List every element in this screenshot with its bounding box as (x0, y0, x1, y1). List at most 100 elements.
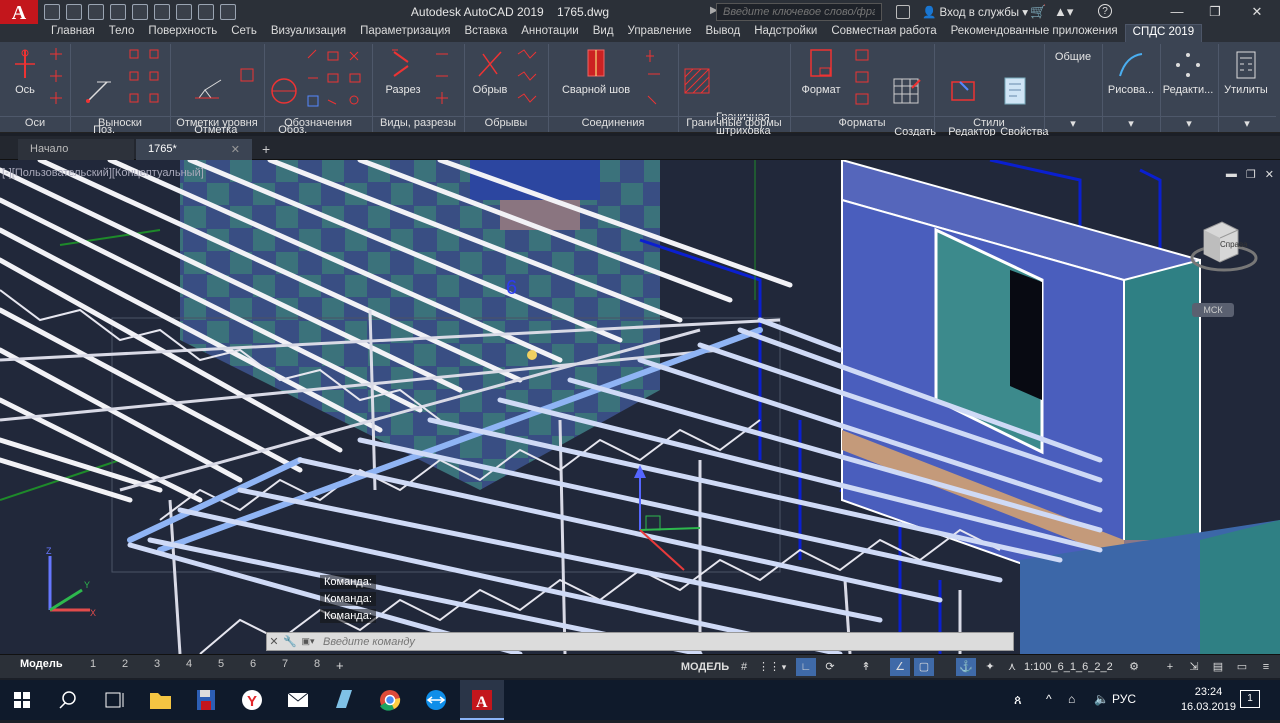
general-panel[interactable]: Общие (1048, 50, 1098, 64)
ribbon-tab[interactable]: Параметризация (353, 24, 457, 42)
ribbon-tab[interactable]: Сеть (224, 24, 264, 42)
panel-levels[interactable]: Отметки уровня (170, 116, 264, 132)
joint-small-tools-icon[interactable] (644, 48, 674, 108)
units-icon[interactable]: ⇲ (1184, 658, 1204, 676)
new-tab-icon[interactable]: + (262, 141, 270, 157)
ucs-menu[interactable]: МСК (1192, 303, 1234, 317)
ribbon-tab[interactable]: Надстройки (747, 24, 824, 42)
break-small-tools-icon[interactable] (514, 48, 544, 108)
panel-designations[interactable]: Обозначения (264, 116, 372, 132)
autoscale-icon[interactable]: ✦ (980, 658, 1000, 676)
panel-joints[interactable]: Соединения (548, 116, 678, 132)
ribbon-tab[interactable]: Рекомендованные приложения (944, 24, 1125, 42)
viewcube[interactable]: Справа (1188, 216, 1258, 276)
customization-icon[interactable]: ≡ (1256, 658, 1276, 676)
ribbon-tab[interactable]: Поверхность (141, 24, 224, 42)
tab-layout[interactable]: 2 (122, 658, 128, 670)
break-tool[interactable]: Обрыв (470, 48, 510, 97)
viewport-close-icon[interactable]: ✕ (1265, 168, 1274, 181)
drawing-viewport[interactable]: 6 [-][Пользовательский][Концептуальный] … (0, 160, 1280, 654)
viewport-restore-icon[interactable]: ❐ (1246, 168, 1256, 181)
weld-seam-tool[interactable]: Сварной шов (556, 48, 636, 97)
panel-general-expand[interactable]: ▾ (1044, 116, 1102, 132)
save-as-icon[interactable] (110, 4, 126, 20)
draw-panel[interactable]: Рисова... (1104, 50, 1158, 97)
system-clock[interactable]: 23:24 16.03.2019 (1181, 685, 1236, 715)
network-icon[interactable]: ⌂ (1068, 692, 1075, 706)
tab-layout[interactable]: 6 (250, 658, 256, 670)
tray-expand-icon[interactable]: ^ (1046, 692, 1052, 706)
new-file-icon[interactable] (44, 4, 60, 20)
tab-layout[interactable]: 5 (218, 658, 224, 670)
panel-boundary[interactable]: Граничные формы (678, 116, 790, 132)
a360-icon[interactable]: ▲▾ (1054, 4, 1073, 20)
ribbon-tab[interactable]: Тело (102, 24, 142, 42)
ribbon-tab[interactable]: Главная (44, 24, 102, 42)
undo-icon[interactable] (176, 4, 192, 20)
viewport-minimize-icon[interactable]: ▬ (1226, 168, 1237, 181)
tab-close-icon[interactable]: ✕ (231, 143, 240, 156)
viewport-caption[interactable]: [-][Пользовательский][Концептуальный] (2, 167, 204, 179)
paint-app-button[interactable] (322, 680, 366, 720)
tab-drawing[interactable]: 1765* ✕ (136, 139, 252, 160)
snap-dropdown-icon[interactable]: ▾ (778, 658, 790, 676)
command-close-icon[interactable]: ✕ (267, 635, 281, 648)
annotation-monitor-icon[interactable]: + (1160, 658, 1180, 676)
panel-formats[interactable]: Форматы (790, 116, 934, 132)
plot-icon[interactable] (154, 4, 170, 20)
ribbon-tab[interactable]: Совместная работа (824, 24, 943, 42)
tab-start[interactable]: Начало (18, 139, 134, 160)
annotation-scale-dropdown[interactable]: 1:100_6_1_6_2_2 ▾ (1024, 658, 1116, 691)
volume-icon[interactable]: 🔈 (1094, 692, 1109, 706)
tab-layout[interactable]: 1 (90, 658, 96, 670)
help-icon[interactable]: ? (1098, 4, 1112, 18)
quick-properties-icon[interactable]: ▤ (1208, 658, 1228, 676)
autocad-taskbar-button[interactable]: A (460, 680, 504, 720)
ribbon-tab[interactable]: Визуализация (264, 24, 353, 42)
object-snap-tracking-icon[interactable]: ∠ (890, 658, 910, 676)
annotation-visibility-icon[interactable]: ⚓ (956, 658, 976, 676)
language-indicator[interactable]: РУС (1112, 692, 1136, 706)
section-small-tools-icon[interactable] (432, 48, 462, 108)
callout-small-tools-icon[interactable] (128, 48, 164, 108)
panel-edit-expand[interactable]: ▾ (1160, 116, 1218, 132)
web-mobile-icon[interactable] (132, 4, 148, 20)
ribbon-tab[interactable]: СПДС 2019 (1124, 24, 1203, 42)
add-layout-icon[interactable]: + (336, 657, 344, 675)
mail-taskbar-button[interactable] (276, 680, 320, 720)
panel-draw-expand[interactable]: ▾ (1102, 116, 1160, 132)
save-app-taskbar-button[interactable] (184, 680, 228, 720)
save-icon[interactable] (88, 4, 104, 20)
search-input[interactable] (716, 3, 882, 21)
tab-layout[interactable]: 4 (186, 658, 192, 670)
clean-screen-icon[interactable]: ▭ (1232, 658, 1252, 676)
maximize-icon[interactable]: ❐ (1198, 2, 1232, 22)
level-small-icon[interactable] (240, 68, 254, 82)
panel-axes[interactable]: Оси (0, 116, 70, 132)
panel-callouts[interactable]: Выноски (70, 116, 170, 132)
tab-layout[interactable]: 8 (314, 658, 320, 670)
utilities-panel[interactable]: Утилиты (1220, 50, 1272, 97)
chrome-taskbar-button[interactable] (368, 680, 412, 720)
panel-sections[interactable]: Виды, разрезы (372, 116, 464, 132)
ortho-icon[interactable]: ∟ (796, 658, 816, 676)
object-snap-icon[interactable]: ▢ (914, 658, 934, 676)
sign-in-button[interactable]: 👤 Вход в службы ▾ (922, 5, 1028, 19)
autocad-logo-icon[interactable]: A (0, 0, 38, 24)
yandex-browser-button[interactable]: Y (230, 680, 274, 720)
workspace-gear-icon[interactable]: ⚙ (1124, 658, 1144, 676)
teamviewer-taskbar-button[interactable] (414, 680, 458, 720)
ribbon-tab[interactable]: Вид (586, 24, 621, 42)
grid-icon[interactable]: # (736, 658, 752, 676)
ribbon-tab[interactable]: Вывод (698, 24, 747, 42)
panel-utilities-expand[interactable]: ▾ (1218, 116, 1276, 132)
polar-icon[interactable]: ⟳ (820, 658, 840, 676)
start-button[interactable] (0, 680, 44, 720)
share-icon[interactable] (220, 4, 236, 20)
ribbon-tab[interactable]: Управление (621, 24, 699, 42)
explorer-taskbar-button[interactable] (138, 680, 182, 720)
redo-icon[interactable] (198, 4, 214, 20)
close-icon[interactable]: ✕ (1240, 2, 1274, 22)
model-space-button[interactable]: МОДЕЛЬ (676, 658, 734, 676)
panel-breaks[interactable]: Обрывы (464, 116, 548, 132)
